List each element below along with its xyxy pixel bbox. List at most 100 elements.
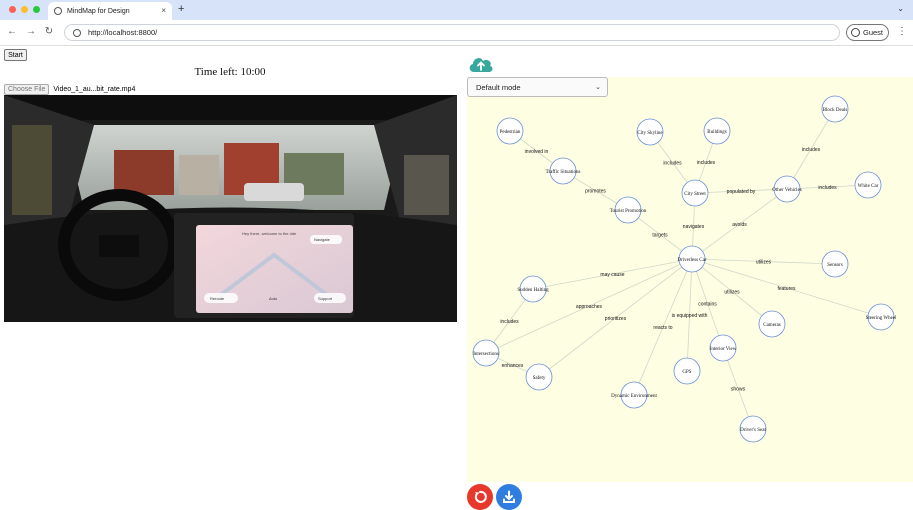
mindmap-node-dynamic[interactable]: Dynamic Environment (611, 381, 657, 409)
mindmap-svg[interactable]: involved in promotes includes includes popul… (467, 77, 913, 482)
mindmap-edge-label: features (777, 286, 796, 292)
mindmap-edge-label: enhances (502, 363, 524, 369)
mindmap-node-label: Traffic Situations (546, 170, 581, 175)
mindmap-node-label: Driverless Car (677, 258, 706, 263)
reload-icon[interactable]: ↻ (43, 26, 55, 37)
mindmap-node-label: Interior View (710, 347, 737, 352)
mindmap-node-label: Dynamic Environment (611, 394, 657, 399)
profile-button[interactable]: Guest (846, 24, 889, 41)
mindmap-node-car[interactable]: Driverless Car (677, 245, 707, 273)
back-icon[interactable]: ← (6, 26, 18, 37)
screen-top-right-label: Navigate (314, 237, 331, 242)
download-button[interactable] (496, 484, 522, 510)
start-button[interactable]: Start (4, 49, 27, 61)
chevron-down-icon: ⌄ (595, 84, 601, 91)
screen-top-text: Hey there, welcome to the ride (242, 231, 297, 236)
mindmap-node-promo[interactable]: Tourist Promotion (610, 196, 647, 224)
mindmap-edge-label: contains (698, 302, 717, 308)
window-maximize-dot[interactable] (33, 6, 40, 13)
choose-file-button[interactable]: Choose File (4, 84, 50, 95)
reset-button[interactable] (467, 484, 493, 510)
mindmap-edge-label: may cause (600, 272, 624, 278)
mindmap-node-label: Buildings (707, 130, 727, 135)
mindmap-node-intersections[interactable]: Intersections (472, 339, 500, 367)
mindmap-node-label: Sensors (827, 263, 843, 268)
mindmap-edge-label: reacts to (653, 325, 672, 331)
screen-mid-text: Auto (269, 296, 278, 301)
mindmap-node-interior[interactable]: Interior View (709, 334, 737, 362)
address-bar[interactable]: http://localhost:8800/ (64, 24, 840, 41)
mindmap-node-braking[interactable]: Sudden Halting (517, 275, 549, 303)
mindmap-node-safety[interactable]: Safety (525, 363, 553, 391)
mindmap-edge-label: utilizes (756, 260, 772, 266)
cloud-upload-icon[interactable] (467, 53, 495, 75)
mindmap-edge-label: includes (500, 319, 519, 325)
mindmap-node-label: Pedestrian (500, 130, 521, 135)
mindmap-edge-label: includes (663, 161, 682, 167)
video-player[interactable]: Reroute Auto Support Hey there, welcome … (4, 95, 457, 322)
mindmap-edge-label: navigates (683, 224, 705, 230)
timer-text: Time left: 10:00 (194, 66, 266, 78)
mindmap-node-label: GPS (682, 370, 691, 375)
window-minimize-dot[interactable] (21, 6, 28, 13)
mindmap-edge-label: involved in (525, 149, 549, 155)
mode-selected-value: Default mode (476, 82, 521, 92)
mindmap-node-white[interactable]: White Car (854, 171, 882, 199)
file-picker: Choose File Video_1_au...bit_rate.mp4 (4, 84, 135, 95)
mindmap-edge-label: promotes (585, 189, 606, 195)
mode-select[interactable]: Default mode ⌄ (467, 77, 608, 97)
mindmap-node-pedestrian[interactable]: Pedestrian (496, 117, 524, 145)
mindmap-node-label: Other Vehicles (772, 188, 802, 193)
tab-title: MindMap for Design (67, 7, 130, 15)
browser-tab-bar: MindMap for Design × + ⌄ (0, 0, 913, 20)
window-close-dot[interactable] (9, 6, 16, 13)
mindmap-node-vehicles[interactable]: Other Vehicles (772, 175, 802, 203)
new-tab-button[interactable]: + (178, 3, 184, 15)
mindmap-node-label: Driver's Seat (740, 428, 766, 433)
reset-icon (474, 490, 487, 503)
globe-icon (54, 7, 62, 15)
mindmap-edge-label: utilizes (724, 290, 740, 296)
mindmap-node-label: White Car (858, 184, 879, 189)
mindmap-edge-label: shows (731, 387, 746, 393)
mindmap-edge-label: includes (802, 147, 821, 153)
forward-icon[interactable]: → (25, 26, 37, 37)
mindmap-edge-label: targets (652, 233, 668, 239)
mindmap-edge-label: includes (818, 185, 837, 191)
mindmap-node-gps[interactable]: GPS (673, 357, 701, 385)
screen-left-button-label: Reroute (210, 296, 225, 301)
mindmap-node-label: Intersections (473, 352, 499, 357)
profile-label: Guest (863, 28, 884, 37)
mindmap-edge-label: prioritizes (605, 316, 627, 322)
mindmap-node-sensors[interactable]: Sensors (821, 250, 849, 278)
mindmap-edge-label: approaches (576, 304, 603, 310)
mindmap-edge-label: is equipped with (672, 313, 708, 319)
tab-search-icon[interactable]: ⌄ (897, 4, 904, 13)
mindmap-edge-label: includes (697, 160, 716, 166)
mindmap-node-label: Block Deals (823, 108, 848, 113)
mindmap-node-label: Cameras (763, 323, 781, 328)
url-text: http://localhost:8800/ (88, 28, 158, 37)
browser-menu-icon[interactable]: ⋮ (897, 26, 907, 37)
site-info-icon[interactable] (73, 28, 81, 37)
mindmap-node-cameras[interactable]: Cameras (758, 310, 786, 338)
mindmap-node-block[interactable]: Block Deals (821, 95, 849, 123)
video-frame: Reroute Auto Support Hey there, welcome … (4, 95, 457, 322)
mindmap-edge-label: populated by (727, 189, 756, 195)
mindmap-canvas[interactable]: involved in promotes includes includes popul… (467, 77, 913, 482)
mindmap-node-label: Tourist Promotion (610, 209, 647, 214)
browser-tab[interactable]: MindMap for Design × (48, 2, 172, 20)
mindmap-node-seat[interactable]: Driver's Seat (739, 415, 766, 443)
mindmap-node-skyline[interactable]: City Skyline (636, 118, 664, 146)
screen-right-button-label: Support (318, 296, 333, 301)
browser-toolbar: ← → ↻ http://localhost:8800/ Guest ⋮ (0, 20, 913, 46)
mindmap-node-wheel[interactable]: Steering Wheel (866, 303, 897, 331)
mindmap-node-label: Steering Wheel (866, 316, 897, 321)
profile-icon (851, 28, 860, 37)
mindmap-node-label: City Street (684, 192, 706, 197)
mindmap-node-street[interactable]: City Street (681, 179, 709, 207)
mindmap-node-buildings[interactable]: Buildings (703, 117, 731, 145)
mindmap-node-label: Sudden Halting (517, 288, 549, 293)
tab-close-icon[interactable]: × (161, 6, 166, 15)
mindmap-edge-label: avoids (732, 222, 747, 228)
